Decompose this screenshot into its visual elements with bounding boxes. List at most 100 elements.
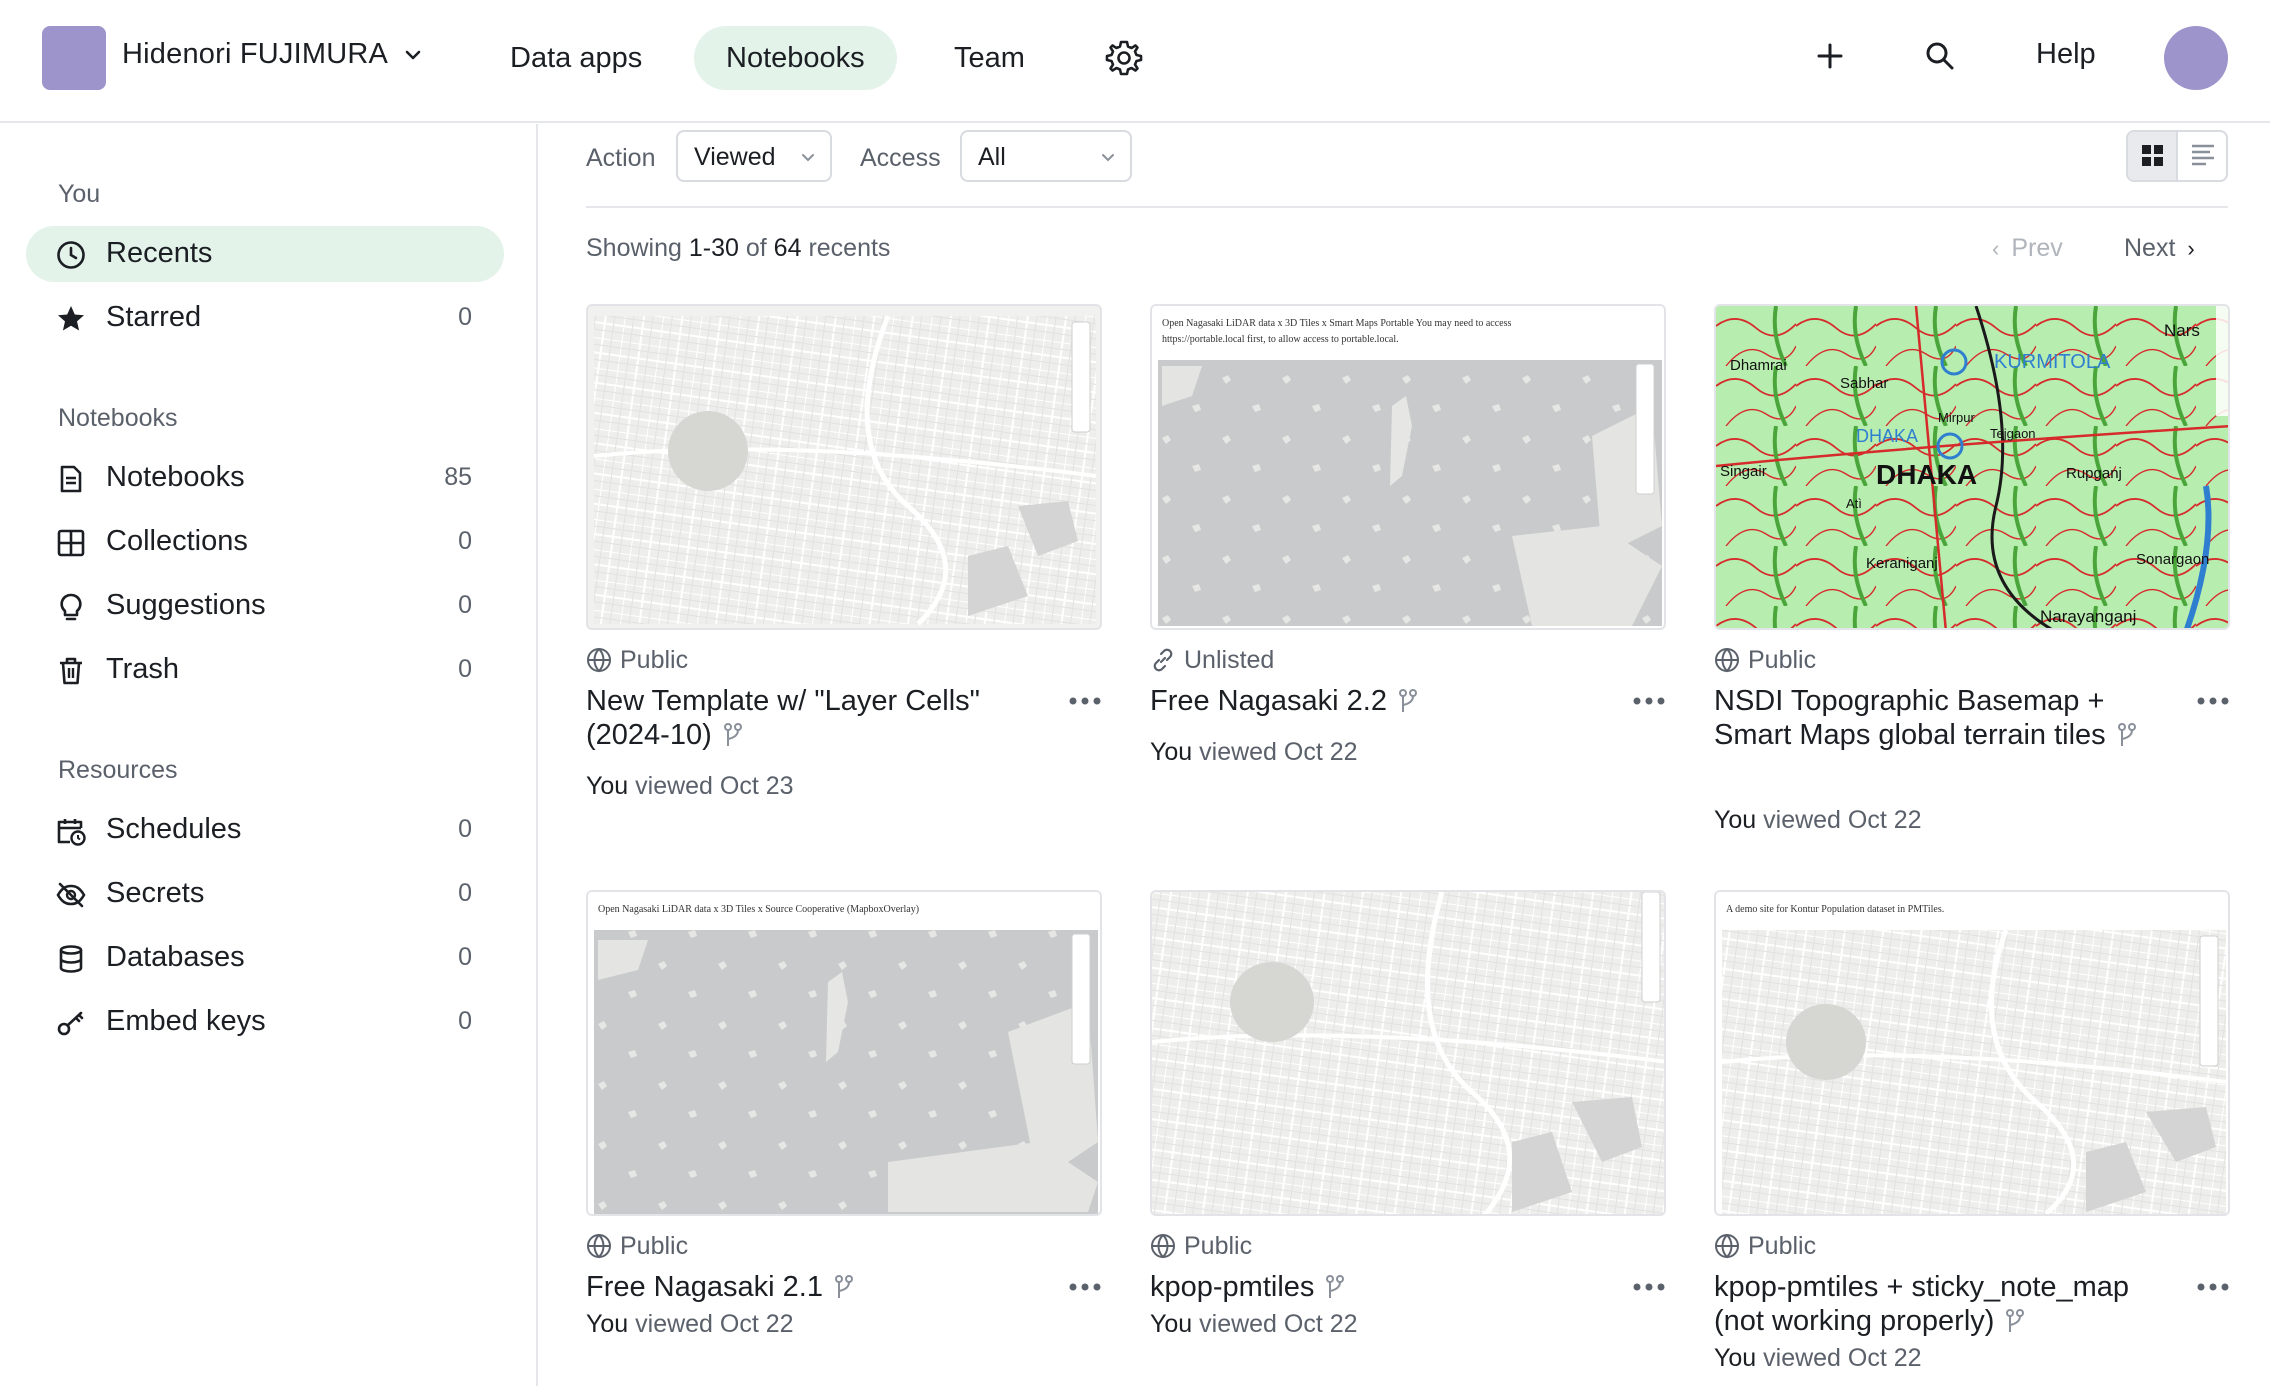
meta-action: viewed Oct 22 xyxy=(1763,806,1922,834)
chevron-down-icon[interactable] xyxy=(402,44,424,66)
map-thumbnail-image: DHAKA KURMITOLA DHAKA Dhamrai Sabhar Sin… xyxy=(1716,306,2228,628)
access-select-value: All xyxy=(978,143,1006,171)
sidebar-item-label: Starred xyxy=(106,301,202,333)
showing-of: of xyxy=(745,234,767,262)
globe-icon xyxy=(587,1234,611,1259)
next-page-button[interactable]: Next › xyxy=(2124,234,2195,263)
meta-action: viewed Oct 22 xyxy=(1763,1344,1922,1372)
grid-view-icon xyxy=(2142,145,2163,166)
database-icon xyxy=(59,945,83,973)
sidebar-item-count: 0 xyxy=(458,1007,472,1035)
sidebar: You Recents Starred 0 Notebooks Notebook… xyxy=(0,124,538,1386)
grid-icon xyxy=(57,529,85,557)
sidebar-item-recents[interactable]: Recents xyxy=(26,226,504,282)
visibility-label: Public xyxy=(586,1232,688,1261)
sidebar-item-label: Recents xyxy=(106,237,213,269)
map-label-place: Sonargaon xyxy=(2136,551,2209,568)
prev-page-button[interactable]: ‹ Prev xyxy=(1992,234,2063,263)
results-range: 1-30 xyxy=(688,234,739,262)
visibility-label: Unlisted xyxy=(1150,646,1274,675)
notebook-thumbnail[interactable]: DHAKA KURMITOLA DHAKA Dhamrai Sabhar Sin… xyxy=(1714,304,2230,630)
clock-icon xyxy=(57,241,85,269)
fork-icon xyxy=(2006,1309,2025,1332)
notebook-thumbnail[interactable] xyxy=(1150,890,1666,1216)
access-select[interactable]: All xyxy=(960,130,1132,182)
sidebar-item-count: 85 xyxy=(444,463,472,491)
notebook-title-text: New Template w/ "Layer Cells" (2024-10) xyxy=(586,685,980,751)
action-select[interactable]: Viewed xyxy=(676,130,832,182)
plus-icon[interactable] xyxy=(1812,38,1848,74)
visibility-text: Public xyxy=(1748,1232,1817,1260)
sidebar-item-notebooks[interactable]: Notebooks 85 xyxy=(26,450,504,506)
notebook-title[interactable]: Free Nagasaki 2.1 xyxy=(586,1270,1026,1304)
notebook-thumbnail[interactable]: Open Nagasaki LiDAR data x 3D Tiles x So… xyxy=(586,890,1102,1216)
sidebar-item-embed-keys[interactable]: Embed keys 0 xyxy=(26,994,504,1050)
visibility-label: Public xyxy=(1714,646,1816,675)
lightbulb-icon xyxy=(60,593,82,621)
tab-data-apps[interactable]: Data apps xyxy=(478,26,674,90)
visibility-label: Public xyxy=(586,646,688,675)
grid-view-button[interactable] xyxy=(2128,132,2178,180)
notebook-title[interactable]: New Template w/ "Layer Cells" (2024-10) xyxy=(586,684,1026,752)
notebook-title[interactable]: NSDI Topographic Basemap + Smart Maps gl… xyxy=(1714,684,2154,752)
notebook-title[interactable]: Free Nagasaki 2.2 xyxy=(1150,684,1590,718)
prev-label: Prev xyxy=(2011,234,2063,262)
map-label-place: Keraniganj xyxy=(1866,555,1938,572)
map-label-place: Mirpur xyxy=(1938,410,1976,425)
star-icon xyxy=(58,306,84,331)
more-options-icon[interactable] xyxy=(1632,696,1666,706)
sidebar-item-schedules[interactable]: Schedules 0 xyxy=(26,802,504,858)
visibility-text: Public xyxy=(1184,1232,1253,1260)
tab-team[interactable]: Team xyxy=(922,26,1057,90)
meta-user: You xyxy=(586,1310,629,1338)
visibility-text: Public xyxy=(620,646,689,674)
gear-icon[interactable] xyxy=(1104,38,1144,78)
visibility-text: Public xyxy=(620,1232,689,1260)
tab-notebooks[interactable]: Notebooks xyxy=(694,26,897,90)
map-label-kurmitola: KURMITOLA xyxy=(1994,351,2111,373)
sidebar-section-resources: Resources xyxy=(58,756,178,784)
notebook-title[interactable]: kpop-pmtiles xyxy=(1150,1270,1590,1304)
list-view-icon xyxy=(2192,144,2214,166)
notebook-meta: You viewed Oct 22 xyxy=(1150,738,1358,767)
map-thumbnail-image xyxy=(1721,929,2227,1214)
sidebar-item-secrets[interactable]: Secrets 0 xyxy=(26,866,504,922)
sidebar-item-trash[interactable]: Trash 0 xyxy=(26,642,504,698)
visibility-label: Public xyxy=(1714,1232,1816,1261)
sidebar-item-collections[interactable]: Collections 0 xyxy=(26,514,504,570)
fork-icon xyxy=(834,1275,853,1298)
access-filter-label: Access xyxy=(860,144,941,172)
meta-user: You xyxy=(1714,1344,1757,1372)
sidebar-item-count: 0 xyxy=(458,815,472,843)
more-options-icon[interactable] xyxy=(1632,1282,1666,1292)
sidebar-item-label: Notebooks xyxy=(106,461,245,493)
chevron-down-icon xyxy=(1102,154,1114,162)
more-options-icon[interactable] xyxy=(1068,1282,1102,1292)
map-label-place: Sabhar xyxy=(1840,375,1888,392)
filter-bar: Action Viewed Access All xyxy=(586,124,2228,208)
meta-action: viewed Oct 23 xyxy=(635,772,794,800)
meta-user: You xyxy=(586,772,629,800)
workspace-name[interactable]: Hidenori FUJIMURA xyxy=(122,38,388,71)
notebook-thumbnail[interactable] xyxy=(586,304,1102,630)
more-options-icon[interactable] xyxy=(2196,1282,2230,1292)
sidebar-item-starred[interactable]: Starred 0 xyxy=(26,290,504,346)
user-avatar[interactable] xyxy=(2164,26,2228,90)
map-label-place: Atì xyxy=(1846,496,1862,511)
notebook-title[interactable]: kpop-pmtiles + sticky_note_map (not work… xyxy=(1714,1270,2154,1338)
search-icon[interactable] xyxy=(1922,38,1958,74)
more-options-icon[interactable] xyxy=(2196,696,2230,706)
meta-action: viewed Oct 22 xyxy=(635,1310,794,1338)
sidebar-item-suggestions[interactable]: Suggestions 0 xyxy=(26,578,504,634)
help-link[interactable]: Help xyxy=(2036,38,2096,71)
sidebar-item-databases[interactable]: Databases 0 xyxy=(26,930,504,986)
visibility-text: Public xyxy=(1748,646,1817,674)
list-view-button[interactable] xyxy=(2178,132,2226,180)
meta-user: You xyxy=(1714,806,1757,834)
notebook-thumbnail[interactable]: Open Nagasaki LiDAR data x 3D Tiles x Sm… xyxy=(1150,304,1666,630)
sidebar-item-count: 0 xyxy=(458,527,472,555)
notebook-thumbnail[interactable]: A demo site for Kontur Population datase… xyxy=(1714,890,2230,1216)
more-options-icon[interactable] xyxy=(1068,696,1102,706)
sidebar-item-label: Collections xyxy=(106,525,248,557)
workspace-avatar[interactable] xyxy=(42,26,106,90)
